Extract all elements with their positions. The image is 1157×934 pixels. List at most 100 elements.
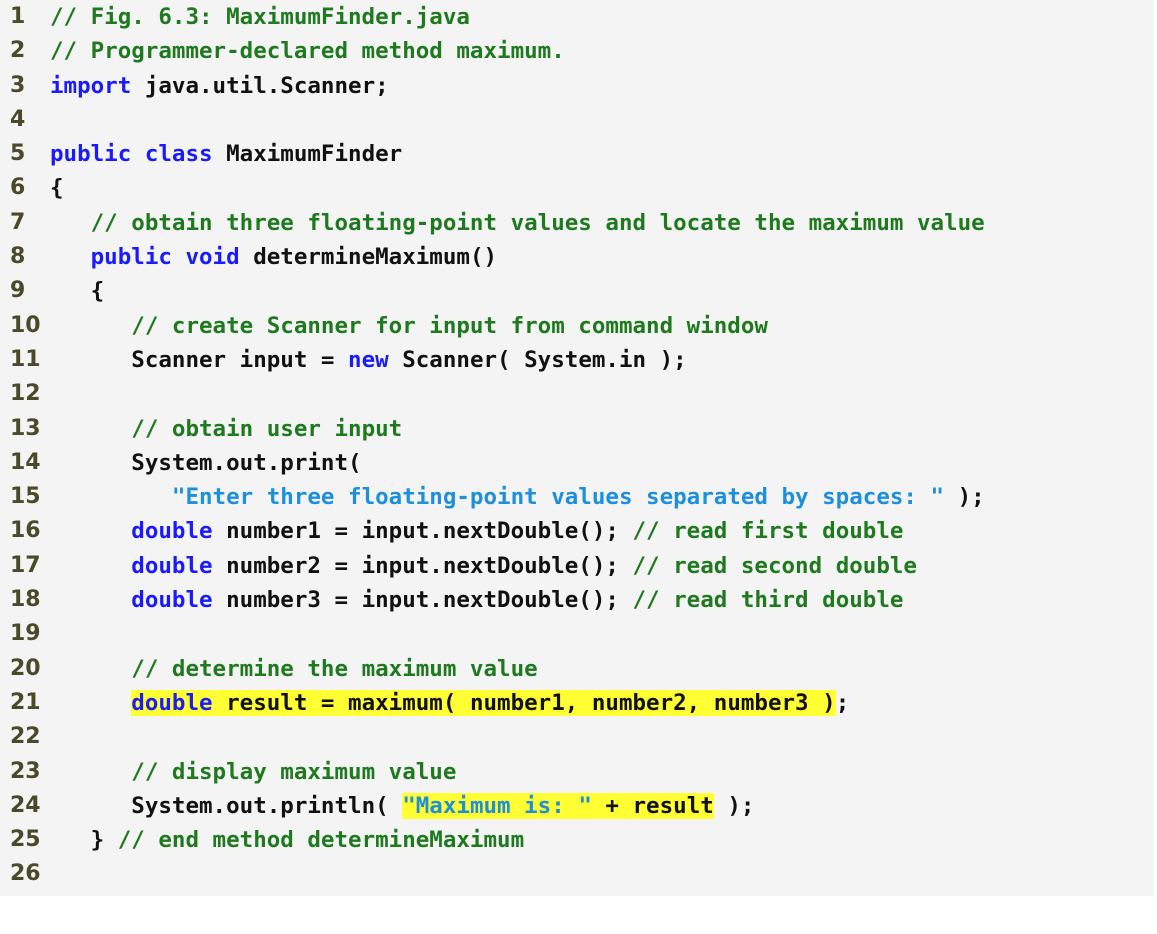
code-string-highlighted: "Maximum is: ": [402, 792, 592, 819]
code-token: );: [713, 792, 755, 819]
code-line: 7 // obtain three floating-point values …: [0, 206, 1154, 240]
code-text: {: [50, 274, 105, 308]
code-keyword: double: [131, 587, 213, 614]
code-text: double number2 = input.nextDouble(); // …: [50, 549, 917, 583]
line-number: 1: [10, 4, 26, 29]
line-number: 6: [10, 175, 26, 201]
code-keyword: double: [131, 552, 213, 579]
code-text: double number1 = input.nextDouble(); // …: [50, 514, 903, 548]
code-line: 4: [0, 103, 1154, 137]
code-token: Scanner input =: [131, 346, 349, 373]
line-number: 16: [10, 518, 41, 544]
line-number: 3: [10, 72, 26, 98]
code-line: 22: [0, 720, 1154, 754]
code-text: // obtain user input: [50, 412, 402, 446]
code-text: // create Scanner for input from command…: [50, 309, 768, 343]
code-line: 3 import java.util.Scanner;: [0, 69, 1154, 103]
code-keyword: public void: [90, 244, 240, 271]
line-number: 18: [10, 587, 41, 613]
code-comment: // Programmer-declared method maximum.: [50, 38, 565, 65]
code-token-highlighted: + result: [591, 792, 714, 819]
line-number: 21: [10, 689, 41, 715]
code-keyword: double: [131, 518, 213, 545]
line-number: 20: [10, 655, 41, 681]
code-comment: // create Scanner for input from command…: [131, 312, 768, 339]
code-text: Scanner input = new Scanner( System.in )…: [50, 343, 686, 377]
code-line: 17 double number2 = input.nextDouble(); …: [0, 549, 1154, 583]
code-comment: // end method determineMaximum: [117, 827, 525, 854]
line-number: 11: [10, 346, 41, 372]
code-token: number2 = input.nextDouble();: [212, 552, 633, 579]
code-text: // display maximum value: [50, 755, 456, 789]
code-line: 24 System.out.println( "Maximum is: " + …: [0, 789, 1154, 823]
line-number: 2: [10, 38, 26, 64]
code-text: // Fig. 6.3: MaximumFinder.java: [50, 0, 470, 34]
code-comment: // obtain three floating-point values an…: [90, 209, 985, 236]
code-line: 12: [0, 377, 1154, 411]
line-number: 26: [10, 861, 41, 887]
code-listing: 1 // Fig. 6.3: MaximumFinder.java 2 // Prog…: [0, 0, 1154, 896]
line-number: 23: [10, 758, 41, 784]
code-line: 6{: [0, 171, 1154, 205]
code-text: double number3 = input.nextDouble(); // …: [50, 583, 903, 617]
code-token: ;: [835, 689, 850, 716]
code-token: }: [90, 827, 118, 854]
line-number: 17: [10, 552, 41, 578]
line-number: 4: [10, 106, 26, 132]
code-text: // obtain three floating-point values an…: [50, 206, 985, 240]
line-number: 13: [10, 415, 41, 441]
code-token: number1 = input.nextDouble();: [212, 518, 633, 545]
line-number: 19: [10, 621, 41, 647]
code-line: 16 double number1 = input.nextDouble(); …: [0, 514, 1154, 548]
code-line: 10 // create Scanner for input from comm…: [0, 309, 1154, 343]
code-line: 14 System.out.print(: [0, 446, 1154, 480]
line-number: 22: [10, 724, 41, 750]
code-token: System.out.print(: [131, 449, 362, 476]
code-comment: // read third double: [632, 587, 904, 614]
code-token: java.util.Scanner;: [131, 72, 389, 99]
code-line: 19: [0, 617, 1154, 651]
code-text: System.out.println( "Maximum is: " + res…: [50, 789, 754, 823]
code-token: determineMaximum(): [239, 244, 498, 271]
line-number: 9: [10, 278, 26, 304]
line-number: 14: [10, 449, 41, 475]
code-line: 1 // Fig. 6.3: MaximumFinder.java: [0, 0, 1154, 34]
code-text: {: [50, 171, 64, 205]
code-line: 9 {: [0, 274, 1154, 308]
code-line: 20 // determine the maximum value: [0, 652, 1154, 686]
code-token: System.out.println(: [131, 792, 403, 819]
code-comment: // read first double: [632, 518, 904, 545]
code-token: {: [50, 175, 64, 202]
line-number: 24: [10, 792, 41, 818]
code-line: 13 // obtain user input: [0, 412, 1154, 446]
code-comment: // display maximum value: [131, 758, 457, 785]
code-comment: // obtain user input: [131, 415, 403, 442]
line-number: 12: [10, 381, 41, 407]
code-line: 5 public class MaximumFinder: [0, 137, 1154, 171]
code-keyword: import: [50, 72, 132, 99]
line-number: 25: [10, 827, 41, 853]
code-text: // determine the maximum value: [50, 652, 537, 686]
code-token: number3 = input.nextDouble();: [212, 587, 633, 614]
line-number: 10: [10, 312, 41, 338]
code-line: 15 "Enter three floating-point values se…: [0, 480, 1154, 514]
code-token-highlighted: result = maximum( number1, number2, numb…: [212, 689, 836, 716]
code-keyword: new: [348, 346, 389, 373]
code-line: 26: [0, 857, 1154, 891]
code-line: 8 public void determineMaximum(): [0, 240, 1154, 274]
code-text: "Enter three floating-point values separ…: [50, 480, 985, 514]
code-string: "Enter three floating-point values separ…: [171, 484, 945, 511]
line-number: 7: [10, 209, 26, 235]
